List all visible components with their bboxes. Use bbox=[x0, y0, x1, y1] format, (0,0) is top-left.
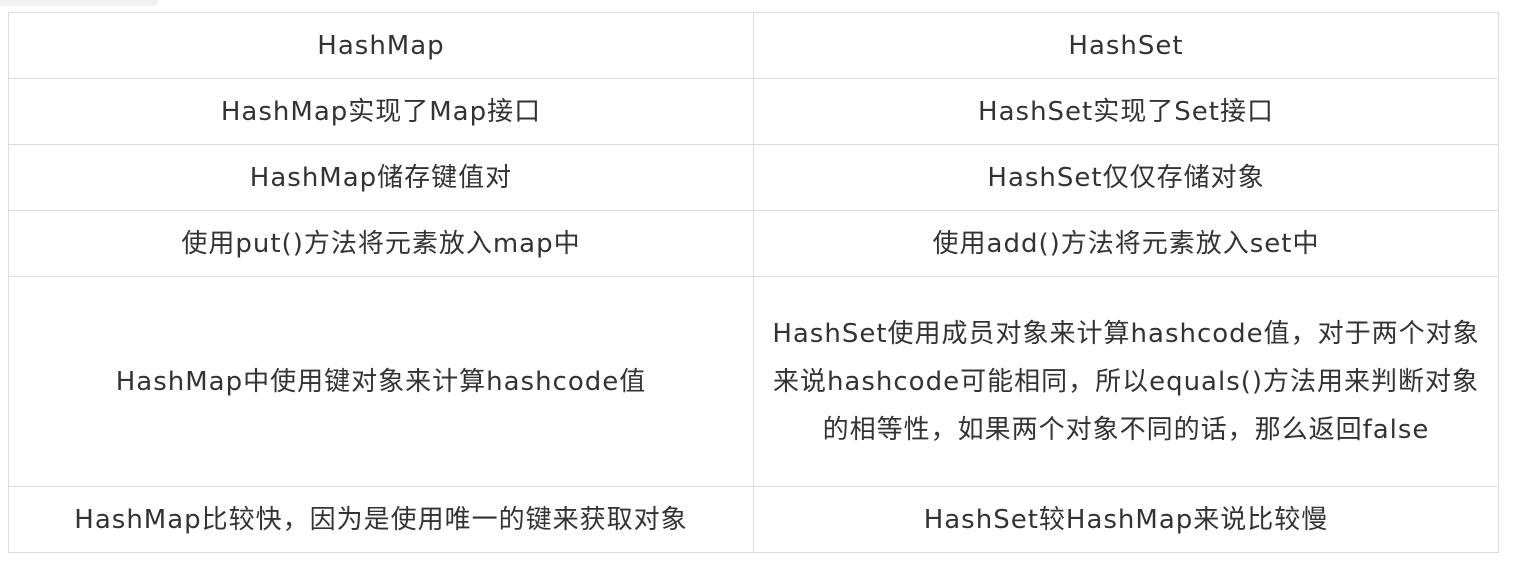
table-cell: HashSet较HashMap来说比较慢 bbox=[753, 486, 1499, 553]
table-cell: 使用put()方法将元素放入map中 bbox=[8, 210, 754, 277]
table-cell: HashMap实现了Map接口 bbox=[8, 78, 754, 145]
header-cell-hashmap: HashMap bbox=[8, 12, 754, 79]
table-cell: HashSet使用成员对象来计算hashcode值，对于两个对象来说hashco… bbox=[753, 276, 1499, 487]
table-cell: HashMap中使用键对象来计算hashcode值 bbox=[8, 276, 754, 487]
top-edge-strip bbox=[0, 0, 158, 6]
table-row: HashMap储存键值对 HashSet仅仅存储对象 bbox=[8, 144, 1499, 211]
table-header-row: HashMap HashSet bbox=[8, 12, 1499, 79]
table-cell: HashMap比较快，因为是使用唯一的键来获取对象 bbox=[8, 486, 754, 553]
table-row: HashMap实现了Map接口 HashSet实现了Set接口 bbox=[8, 78, 1499, 145]
table-cell: 使用add()方法将元素放入set中 bbox=[753, 210, 1499, 277]
table-row: HashMap中使用键对象来计算hashcode值 HashSet使用成员对象来… bbox=[8, 276, 1499, 487]
table-row: 使用put()方法将元素放入map中 使用add()方法将元素放入set中 bbox=[8, 210, 1499, 277]
table-cell: HashMap储存键值对 bbox=[8, 144, 754, 211]
table-row: HashMap比较快，因为是使用唯一的键来获取对象 HashSet较HashMa… bbox=[8, 486, 1499, 553]
table-cell: HashSet实现了Set接口 bbox=[753, 78, 1499, 145]
header-cell-hashset: HashSet bbox=[753, 12, 1499, 79]
table-cell: HashSet仅仅存储对象 bbox=[753, 144, 1499, 211]
comparison-table: HashMap HashSet HashMap实现了Map接口 HashSet实… bbox=[8, 12, 1499, 553]
